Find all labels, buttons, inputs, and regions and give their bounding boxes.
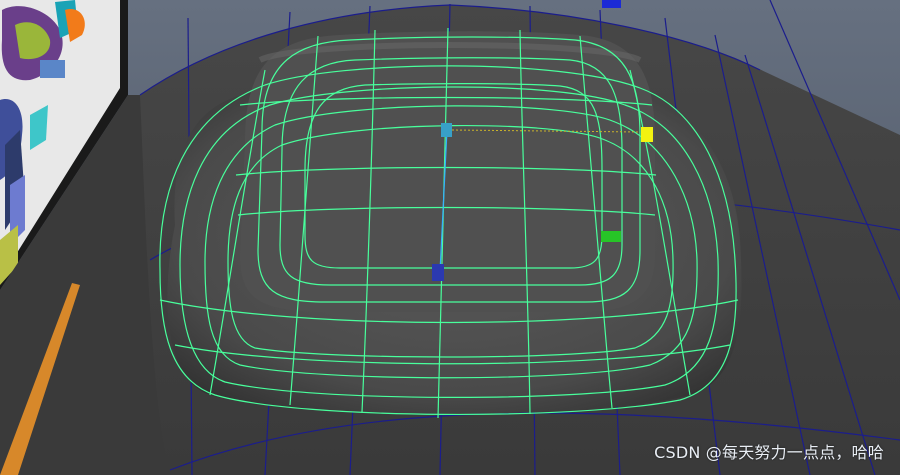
watermark-text: CSDN @每天努力一点点，哈哈 [654,443,884,462]
bottom-handle[interactable] [432,264,444,281]
3d-viewport[interactable]: CSDN @每天努力一点点，哈哈 [0,0,900,475]
cushion-top[interactable] [240,31,655,312]
right-handle[interactable] [641,127,653,142]
top-handle[interactable] [602,0,621,8]
center-handle[interactable] [441,123,452,137]
viewport-canvas[interactable] [0,0,900,475]
side-handle[interactable] [601,231,621,242]
